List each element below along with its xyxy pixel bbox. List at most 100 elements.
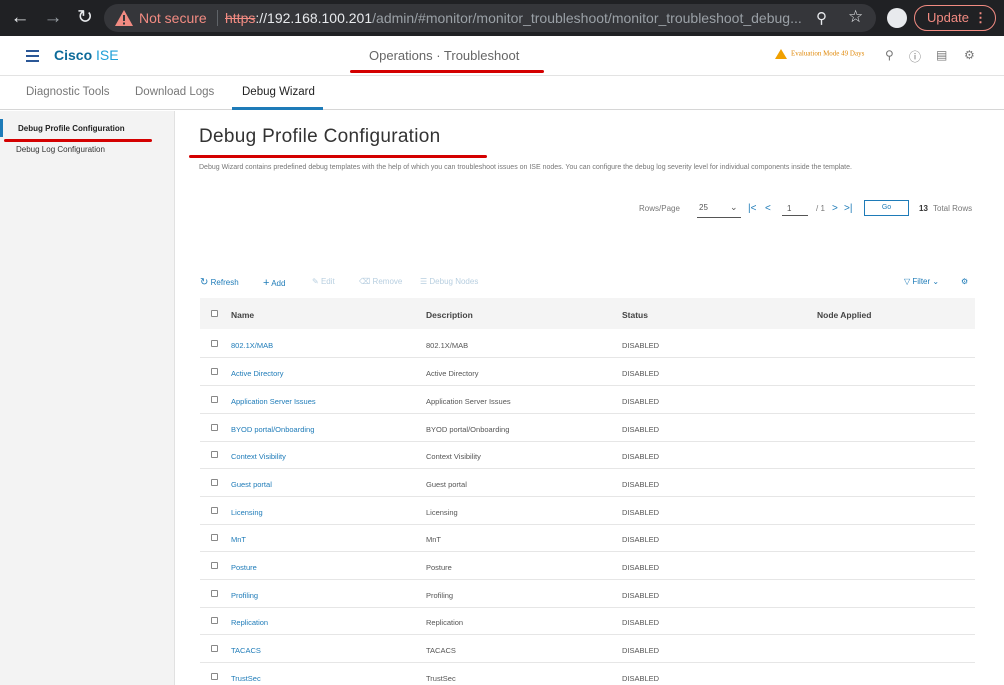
first-page-icon[interactable]: |<: [748, 203, 756, 214]
rows-per-page-value: 25: [699, 203, 708, 212]
back-arrow-icon[interactable]: ←: [8, 6, 32, 30]
row-checkbox[interactable]: [211, 507, 218, 514]
column-header-node-applied[interactable]: Node Applied: [817, 310, 871, 320]
next-page-icon[interactable]: >: [832, 203, 838, 214]
refresh-label: Refresh: [210, 278, 239, 287]
url-text[interactable]: https://192.168.100.201/admin/#monitor/m…: [225, 10, 805, 26]
forward-arrow-icon[interactable]: →: [41, 6, 65, 30]
not-secure-label[interactable]: Not secure: [139, 10, 207, 26]
list-icon: ☰: [420, 277, 428, 286]
profile-description: Replication: [426, 618, 464, 627]
tab-download-logs[interactable]: Download Logs: [135, 86, 214, 98]
update-button[interactable]: Update ⋮: [914, 5, 996, 31]
gear-icon[interactable]: ⚙: [964, 48, 975, 62]
row-checkbox[interactable]: [211, 534, 218, 541]
column-header-name[interactable]: Name: [231, 310, 254, 320]
table-row[interactable]: BYOD portal/Onboarding BYOD portal/Onboar…: [200, 415, 975, 442]
table-row[interactable]: Active Directory Active Directory DISABLED: [200, 359, 975, 386]
profile-name-link[interactable]: TrustSec: [231, 674, 261, 683]
row-checkbox[interactable]: [211, 673, 218, 680]
refresh-button[interactable]: ↻ Refresh: [200, 277, 239, 288]
go-button[interactable]: Go: [864, 200, 909, 216]
profile-name-link[interactable]: 802.1X/MAB: [231, 341, 273, 350]
debug-nodes-button[interactable]: ☰ Debug Nodes: [420, 277, 478, 286]
profile-status: DISABLED: [622, 369, 660, 378]
column-header-description[interactable]: Description: [426, 310, 473, 320]
last-page-icon[interactable]: >|: [844, 203, 852, 214]
active-tab-indicator: [232, 107, 323, 110]
remove-button[interactable]: ⌫ Remove: [359, 277, 402, 286]
row-checkbox[interactable]: [211, 645, 218, 652]
profile-status: DISABLED: [622, 425, 660, 434]
table-row[interactable]: Licensing Licensing DISABLED: [200, 498, 975, 525]
table-row[interactable]: Posture Posture DISABLED: [200, 553, 975, 580]
sidebar-item-debug-profile-configuration[interactable]: Debug Profile Configuration: [18, 124, 125, 133]
table-settings-gear-icon[interactable]: ⚙: [961, 277, 968, 286]
hamburger-menu-icon[interactable]: [26, 50, 39, 62]
filter-label: Filter: [912, 277, 931, 286]
sidebar-selection-indicator: [0, 119, 3, 137]
table-row[interactable]: TACACS TACACS DISABLED: [200, 636, 975, 663]
profile-name-link[interactable]: Active Directory: [231, 369, 284, 378]
profile-name-link[interactable]: Guest portal: [231, 480, 272, 489]
page-total: / 1: [816, 204, 825, 213]
warning-icon: [115, 10, 133, 26]
sidebar-item-debug-log-configuration[interactable]: Debug Log Configuration: [16, 145, 105, 154]
evaluation-notice[interactable]: Evaluation Mode 49 Days: [775, 49, 864, 59]
star-icon[interactable]: ☆: [848, 7, 863, 27]
profile-name-link[interactable]: Application Server Issues: [231, 397, 316, 406]
row-checkbox[interactable]: [211, 562, 218, 569]
plus-icon: +: [263, 277, 270, 289]
profile-avatar-icon[interactable]: [887, 8, 907, 28]
zoom-icon[interactable]: ⚲: [816, 9, 827, 27]
profile-name-link[interactable]: Licensing: [231, 508, 263, 517]
filter-button[interactable]: ▽ Filter ⌄: [904, 277, 939, 286]
profile-name-link[interactable]: Profiling: [231, 591, 258, 600]
ise-app: Cisco ISE Operations · Troubleshoot Eval…: [0, 36, 1004, 685]
content-title: Debug Profile Configuration: [199, 126, 441, 147]
tab-diagnostic-tools[interactable]: Diagnostic Tools: [26, 86, 110, 98]
edit-button[interactable]: ✎ Edit: [312, 277, 335, 286]
table-row[interactable]: TrustSec TrustSec DISABLED: [200, 664, 975, 685]
table-row[interactable]: Profiling Profiling DISABLED: [200, 581, 975, 608]
filter-icon: ▽: [904, 277, 911, 286]
top-header: Cisco ISE Operations · Troubleshoot Eval…: [0, 36, 1004, 76]
sidebar: Debug Profile Configuration Debug Log Co…: [0, 111, 175, 685]
row-checkbox[interactable]: [211, 479, 218, 486]
table-row[interactable]: 802.1X/MAB 802.1X/MAB DISABLED: [200, 331, 975, 358]
rows-per-page-select[interactable]: 25 ⌄: [697, 202, 741, 218]
search-icon[interactable]: ⚲: [885, 48, 894, 62]
table-toolbar: ↻ Refresh + Add ✎ Edit ⌫ Remove ☰ Debug …: [176, 277, 1004, 295]
brand-cisco: Cisco: [54, 47, 93, 63]
table-row[interactable]: Context Visibility Context Visibility DISA…: [200, 442, 975, 469]
profile-name-link[interactable]: MnT: [231, 535, 246, 544]
row-checkbox[interactable]: [211, 368, 218, 375]
page-number-input[interactable]: 1: [782, 203, 808, 216]
column-header-status[interactable]: Status: [622, 310, 648, 320]
row-checkbox[interactable]: [211, 424, 218, 431]
previous-page-icon[interactable]: <: [765, 203, 771, 214]
profile-name-link[interactable]: Posture: [231, 563, 257, 572]
row-checkbox[interactable]: [211, 590, 218, 597]
table-row[interactable]: Replication Replication DISABLED: [200, 608, 975, 635]
row-checkbox[interactable]: [211, 451, 218, 458]
reload-icon[interactable]: ↻: [73, 6, 97, 30]
tab-debug-wizard[interactable]: Debug Wizard: [242, 86, 315, 98]
table-row[interactable]: MnT MnT DISABLED: [200, 525, 975, 552]
profile-name-link[interactable]: BYOD portal/Onboarding: [231, 425, 314, 434]
row-checkbox[interactable]: [211, 617, 218, 624]
table-row[interactable]: Guest portal Guest portal DISABLED: [200, 470, 975, 497]
address-bar[interactable]: Not secure https://192.168.100.201/admin…: [104, 4, 876, 32]
dashboard-icon[interactable]: ▤: [936, 48, 947, 62]
row-checkbox[interactable]: [211, 340, 218, 347]
url-path: /admin/#monitor/monitor_troubleshoot/mon…: [372, 10, 802, 26]
profile-name-link[interactable]: Replication: [231, 618, 268, 627]
annotation-underline: [4, 139, 152, 142]
add-button[interactable]: + Add: [263, 277, 285, 289]
profile-name-link[interactable]: TACACS: [231, 646, 261, 655]
profile-name-link[interactable]: Context Visibility: [231, 452, 286, 461]
row-checkbox[interactable]: [211, 396, 218, 403]
select-all-checkbox[interactable]: [211, 310, 218, 317]
help-icon[interactable]: ⓘ: [909, 48, 921, 65]
table-row[interactable]: Application Server Issues Application Ser…: [200, 387, 975, 414]
